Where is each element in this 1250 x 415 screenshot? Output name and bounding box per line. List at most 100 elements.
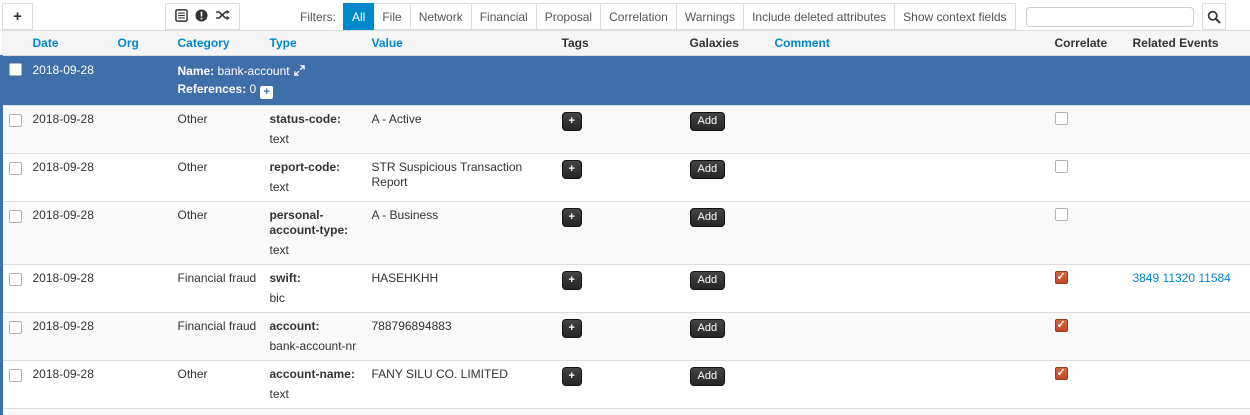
attribute-comment [769, 265, 1049, 313]
search-wrap [1016, 3, 1202, 30]
attribute-date: 2018-09-28 [27, 313, 112, 361]
attribute-type: currency-code:text [264, 409, 366, 415]
exclamation-circle-icon[interactable] [195, 9, 208, 25]
correlate-checkbox[interactable] [1055, 208, 1068, 221]
add-galaxy-button[interactable]: Add [690, 319, 726, 338]
attribute-value: A - Business [366, 202, 556, 265]
object-references-count: 0 [250, 82, 257, 96]
add-galaxy-button[interactable]: Add [690, 271, 726, 290]
filter-tab-warnings[interactable]: Warnings [677, 3, 744, 30]
correlate-checkbox[interactable] [1055, 271, 1068, 284]
attribute-category: Other [172, 154, 264, 202]
attribute-type: swift:bic [264, 265, 366, 313]
attribute-category: Other [172, 361, 264, 409]
attribute-date: 2018-09-28 [27, 154, 112, 202]
table-header-row: Date Org Category Type Value Tags Galaxi… [2, 31, 1250, 56]
select-attribute-checkbox[interactable] [9, 273, 22, 286]
attribute-row: 2018-09-28 Financial fraud account:bank-… [2, 313, 1250, 361]
attribute-date: 2018-09-28 [27, 409, 112, 415]
filter-tab-file[interactable]: File [374, 3, 410, 30]
attribute-row: 2018-09-28 Other account-name:text FANY … [2, 361, 1250, 409]
attribute-value: 788796894883 [366, 313, 556, 361]
related-event-link[interactable]: 3849 [1133, 271, 1160, 285]
attribute-row: 2018-09-28 Other status-code:text A - Ac… [2, 106, 1250, 154]
column-header-value[interactable]: Value [366, 31, 556, 56]
correlate-checkbox[interactable] [1055, 160, 1068, 173]
filter-tab-include-deleted[interactable]: Include deleted attributes [744, 3, 895, 30]
attribute-date: 2018-09-28 [27, 106, 112, 154]
select-attribute-checkbox[interactable] [9, 369, 22, 382]
add-galaxy-button[interactable]: Add [690, 160, 726, 179]
add-galaxy-button[interactable]: Add [690, 367, 726, 386]
attribute-value: A - Active [366, 106, 556, 154]
filter-tabs: Filters: All File Network Financial Prop… [300, 3, 1226, 30]
resize-arrows-icon[interactable] [294, 65, 305, 79]
add-tag-button[interactable]: + [562, 208, 582, 227]
shuffle-icon[interactable] [215, 9, 230, 24]
filter-tab-network[interactable]: Network [411, 3, 472, 30]
select-attribute-checkbox[interactable] [9, 114, 22, 127]
attribute-org [112, 265, 172, 313]
add-attribute-button[interactable]: + [2, 3, 33, 30]
attribute-row: 2018-09-28 Other report-code:text STR Su… [2, 154, 1250, 202]
attribute-org [112, 202, 172, 265]
related-events-cell [1127, 361, 1250, 409]
attribute-date: 2018-09-28 [27, 361, 112, 409]
filter-tab-correlation[interactable]: Correlation [601, 3, 677, 30]
object-date: 2018-09-28 [27, 56, 112, 106]
attribute-org [112, 409, 172, 415]
add-galaxy-button[interactable]: Add [690, 208, 726, 227]
select-attribute-checkbox[interactable] [9, 321, 22, 334]
column-header-org[interactable]: Org [112, 31, 172, 56]
column-header-tags: Tags [556, 31, 684, 56]
correlate-checkbox[interactable] [1055, 367, 1068, 380]
filter-tab-show-context[interactable]: Show context fields [895, 3, 1015, 30]
select-attribute-checkbox[interactable] [9, 162, 22, 175]
add-tag-button[interactable]: + [562, 160, 582, 179]
filter-tab-proposal[interactable]: Proposal [537, 3, 601, 30]
attribute-value: HASEHKHH [366, 265, 556, 313]
object-org [112, 56, 172, 106]
attribute-date: 2018-09-28 [27, 202, 112, 265]
related-events-cell [1127, 106, 1250, 154]
column-header-category[interactable]: Category [172, 31, 264, 56]
attribute-category: Other [172, 202, 264, 265]
attribute-comment [769, 313, 1049, 361]
object-name-label: Name: [178, 64, 215, 78]
filter-tab-financial[interactable]: Financial [472, 3, 537, 30]
related-events-cell [1127, 313, 1250, 361]
attribute-row: 2018-09-28 Other currency-code:text USD … [2, 409, 1250, 415]
object-summary: Name: bank-account References: 0+ [172, 56, 1250, 106]
attribute-type: personal-account-type:text [264, 202, 366, 265]
add-tag-button[interactable]: + [562, 319, 582, 338]
add-tag-button[interactable]: + [562, 271, 582, 290]
column-header-date[interactable]: Date [27, 31, 112, 56]
filters-label: Filters: [300, 3, 343, 30]
related-events-cell [1127, 202, 1250, 265]
attribute-org [112, 154, 172, 202]
related-event-link[interactable]: 11320 [1163, 271, 1195, 285]
attribute-date: 2018-09-28 [27, 265, 112, 313]
magnifier-icon[interactable] [1202, 3, 1226, 30]
plus-square-icon[interactable]: + [260, 86, 273, 99]
list-icon[interactable] [175, 9, 188, 25]
add-galaxy-button[interactable]: Add [690, 112, 726, 131]
select-object-checkbox[interactable] [9, 63, 22, 76]
select-attribute-checkbox[interactable] [9, 210, 22, 223]
related-event-link[interactable]: 11584 [1198, 271, 1230, 285]
attribute-toolbar: + Filters: All File Network Financial Pr… [0, 0, 1250, 31]
correlate-checkbox[interactable] [1055, 319, 1068, 332]
add-tag-button[interactable]: + [562, 367, 582, 386]
column-header-type[interactable]: Type [264, 31, 366, 56]
correlate-checkbox[interactable] [1055, 112, 1068, 125]
search-input[interactable] [1026, 7, 1194, 27]
attributes-table: Date Org Category Type Value Tags Galaxi… [0, 31, 1250, 415]
add-tag-button[interactable]: + [562, 112, 582, 131]
attribute-org [112, 106, 172, 154]
filter-tab-all[interactable]: All [343, 3, 374, 30]
column-header-comment[interactable]: Comment [769, 31, 1049, 56]
column-header-correlate: Correlate [1049, 31, 1127, 56]
related-events-cell: 3849 11320 11584 [1127, 265, 1250, 313]
related-events-cell [1127, 154, 1250, 202]
attribute-value: USD [366, 409, 556, 415]
